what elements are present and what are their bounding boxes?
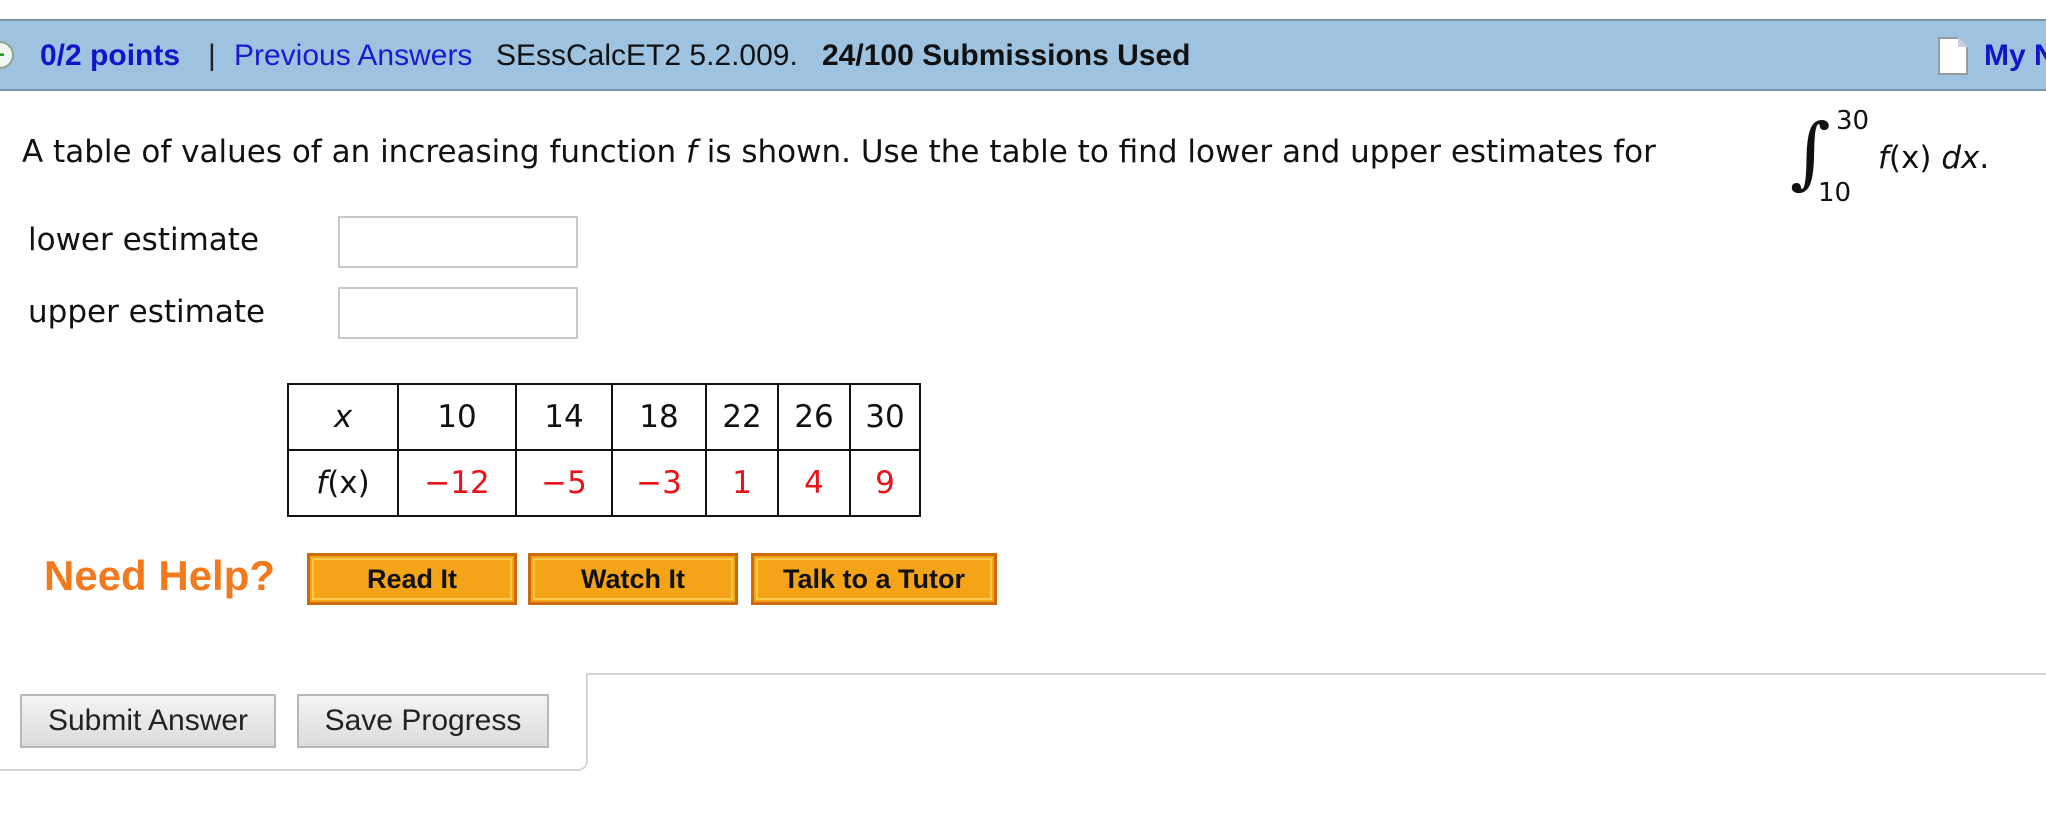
table-cell: −3 (611, 449, 707, 517)
talk-to-tutor-button[interactable]: Talk to a Tutor (751, 553, 997, 605)
table-cell: 14 (515, 383, 613, 451)
table-cell: 26 (777, 383, 851, 451)
read-it-button[interactable]: Read It (307, 553, 517, 605)
table-cell: 9 (849, 449, 921, 517)
integrand-period: . (1979, 140, 1990, 176)
header-separator: | (208, 39, 216, 72)
save-progress-button[interactable]: Save Progress (297, 694, 549, 748)
question-text-after: is shown. Use the table to find lower an… (696, 134, 1656, 170)
lower-estimate-label: lower estimate (28, 222, 260, 258)
integral-lower-limit: 10 (1818, 178, 1852, 208)
table-cell: 18 (611, 383, 707, 451)
function-name: f (685, 134, 697, 170)
watch-it-button[interactable]: Watch It (528, 553, 738, 605)
question-header: + 0/2 points | Previous Answers SEssCalc… (0, 19, 2046, 91)
table-header-x: x (287, 383, 399, 451)
table-header-fx-f: f (316, 465, 328, 501)
table-cell: 30 (849, 383, 921, 451)
table-cell: 4 (777, 449, 851, 517)
integrand: f(x) dx. (1878, 140, 1989, 176)
submissions-used: 24/100 Submissions Used (822, 39, 1191, 72)
lower-estimate-input[interactable] (338, 216, 578, 268)
table-header-fx-arg: (x) (327, 465, 370, 501)
question-text: A table of values of an increasing funct… (22, 134, 1656, 170)
question-id: SEssCalcET2 5.2.009. (496, 39, 798, 72)
points-label: 0/2 points (40, 39, 181, 72)
integrand-f: f (1878, 140, 1889, 176)
table-cell: −12 (397, 449, 517, 517)
integral-expression: ∫ 30 10 f(x) dx. (1790, 104, 2040, 214)
table-cell: 22 (705, 383, 779, 451)
table-row-x: x 10 14 18 22 26 30 (287, 383, 921, 451)
integrand-dx: dx (1941, 140, 1980, 176)
integral-upper-limit: 30 (1836, 106, 1870, 136)
need-help-label: Need Help? (44, 552, 276, 599)
values-table: x 10 14 18 22 26 30 f(x) −12 −5 −3 1 4 9 (287, 383, 921, 517)
question-text-before: A table of values of an increasing funct… (22, 134, 686, 170)
table-row-fx: f(x) −12 −5 −3 1 4 9 (287, 449, 921, 517)
previous-answers-link[interactable]: Previous Answers (234, 37, 472, 75)
integrand-arg: (x) (1888, 140, 1942, 176)
table-cell: 10 (397, 383, 517, 451)
table-cell: 1 (705, 449, 779, 517)
table-header-fx: f(x) (287, 449, 399, 517)
expand-plus-icon[interactable]: + (0, 41, 14, 69)
notes-document-icon[interactable] (1938, 37, 1968, 75)
my-notes-link[interactable]: My N (1984, 37, 2046, 75)
action-bar-divider (586, 673, 2046, 675)
submit-answer-button[interactable]: Submit Answer (20, 694, 276, 748)
upper-estimate-input[interactable] (338, 287, 578, 339)
table-cell: −5 (515, 449, 613, 517)
upper-estimate-label: upper estimate (28, 294, 266, 330)
